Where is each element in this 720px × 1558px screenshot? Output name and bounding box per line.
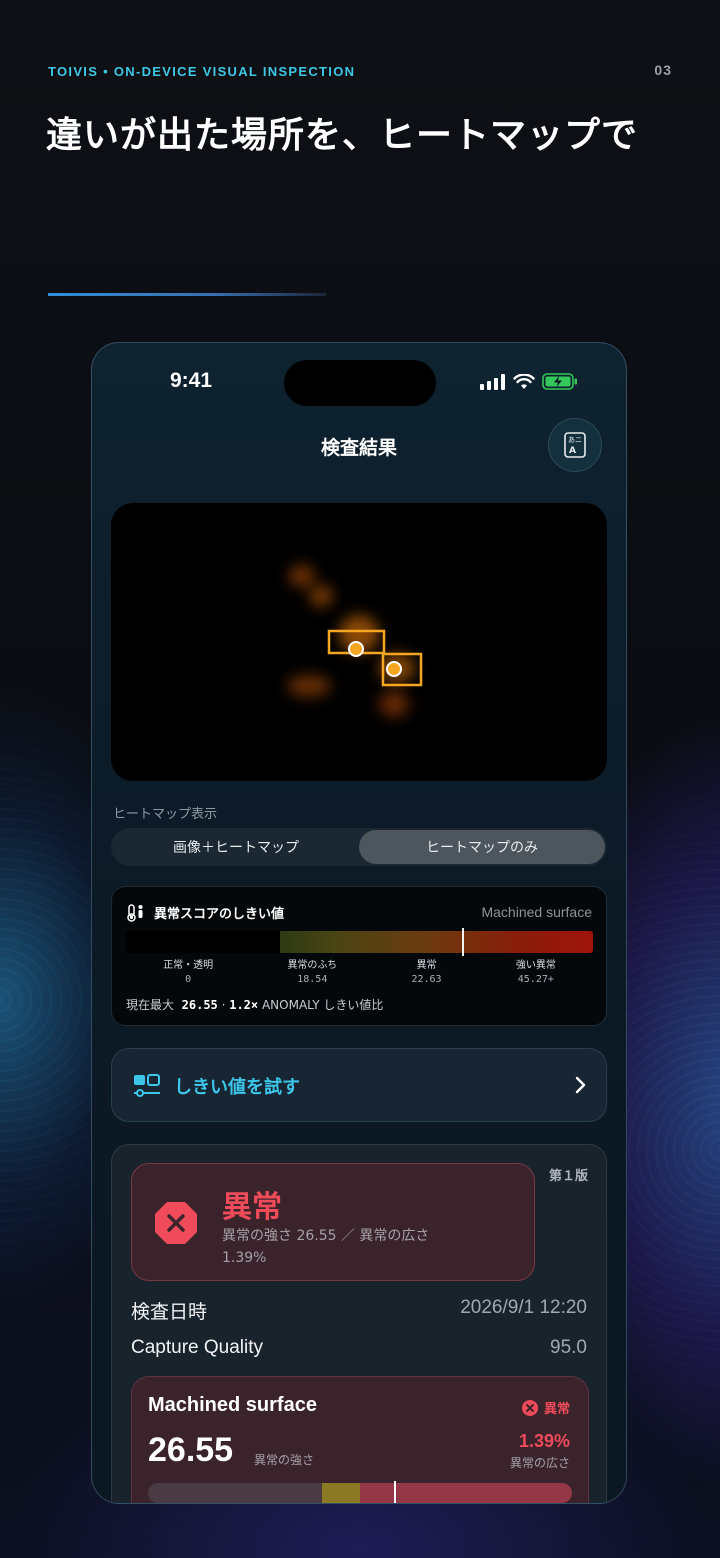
surface-area-label: 異常の広さ bbox=[509, 1456, 570, 1470]
translate-button[interactable]: あ ニ A bbox=[548, 418, 602, 472]
svg-text:ニ: ニ bbox=[575, 436, 582, 444]
status-time: 9:41 bbox=[170, 369, 213, 392]
threshold-tick: 異常のふち 18.54 bbox=[287, 960, 338, 985]
chevron-right-icon bbox=[575, 1076, 586, 1094]
sliders-icon bbox=[134, 1074, 160, 1097]
threshold-tick: 強い異常 45.27+ bbox=[515, 960, 556, 985]
wifi-icon bbox=[513, 373, 535, 389]
surface-area: 1.39% bbox=[518, 1431, 570, 1451]
threshold-tick: 正常・透明 0 bbox=[163, 960, 214, 985]
heatmap-segmented-control: 画像＋ヒートマップ ヒートマップのみ bbox=[111, 828, 607, 866]
result-card: 第１版 異常 異常の強さ 26.55 ／ 異常の広さ 1.39% 検査日時 20… bbox=[111, 1144, 607, 1503]
error-octagon-icon bbox=[155, 1202, 197, 1244]
eyebrow: TOIVIS • ON-DEVICE VISUAL INSPECTION bbox=[48, 64, 356, 79]
dynamic-island bbox=[284, 360, 436, 406]
anomaly-markers bbox=[327, 629, 423, 687]
surface-score-label: 異常の強さ bbox=[254, 1453, 315, 1467]
try-threshold-button[interactable]: しきい値を試す bbox=[111, 1048, 607, 1122]
alert-summary: 異常の強さ 26.55 ／ 異常の広さ 1.39% bbox=[222, 1228, 430, 1266]
page-number: 03 bbox=[654, 62, 672, 78]
capture-quality-value: 95.0 bbox=[550, 1337, 587, 1358]
segment-image-heatmap[interactable]: 画像＋ヒートマップ bbox=[113, 830, 359, 864]
headline: 違いが出た場所を、ヒートマップで bbox=[46, 115, 639, 156]
threshold-title: 異常スコアのしきい値 bbox=[154, 907, 285, 922]
threshold-ticks: 正常・透明 0 異常のふち 18.54 異常 22.63 強い異常 45.27+ bbox=[126, 959, 593, 987]
accent-line bbox=[48, 293, 326, 296]
status-icons bbox=[480, 373, 578, 390]
text-translate-icon: あ ニ A bbox=[564, 432, 586, 458]
edition-label: 第１版 bbox=[548, 1169, 588, 1184]
heatmap-image[interactable] bbox=[111, 503, 607, 781]
bar-edge-segment bbox=[321, 1483, 360, 1503]
threshold-current-marker bbox=[462, 928, 465, 956]
bar-normal-segment bbox=[148, 1483, 322, 1503]
threshold-card: 異常スコアのしきい値 Machined surface 正常・透明 0 異常のふち… bbox=[111, 886, 607, 1026]
inspected-at-row: 検査日時 2026/9/1 12:20 bbox=[131, 1297, 587, 1324]
svg-text:A: A bbox=[569, 446, 576, 456]
alert-status: 異常 bbox=[222, 1190, 282, 1225]
signal-icon bbox=[480, 373, 505, 390]
battery-charging-icon bbox=[542, 373, 577, 390]
thermometer-icon bbox=[127, 903, 143, 922]
nav-title: 検査結果 bbox=[320, 437, 397, 459]
anomaly-point bbox=[348, 641, 364, 657]
surface-score: 26.55 bbox=[148, 1431, 234, 1469]
try-threshold-label: しきい値を試す bbox=[174, 1077, 300, 1098]
surface-card[interactable]: Machined surface 異常 26.55 異常の強さ 1.39% 異常… bbox=[131, 1376, 589, 1503]
svg-text:あ: あ bbox=[568, 436, 575, 444]
threshold-surface: Machined surface bbox=[481, 904, 592, 920]
error-circle-icon bbox=[521, 1399, 538, 1416]
bar-anomaly-segment bbox=[359, 1483, 572, 1503]
status-bar: 9:41 bbox=[92, 343, 626, 423]
segment-heatmap-only[interactable]: ヒートマップのみ bbox=[359, 830, 605, 864]
anomaly-alert: 異常 異常の強さ 26.55 ／ 異常の広さ 1.39% bbox=[131, 1163, 535, 1281]
threshold-tick: 異常 22.63 bbox=[411, 960, 442, 985]
surface-score-marker bbox=[393, 1481, 396, 1503]
surface-score-bar bbox=[148, 1483, 572, 1503]
anomaly-point bbox=[386, 661, 402, 677]
inspected-at-label: 検査日時 bbox=[131, 1302, 208, 1323]
threshold-gradient-bar bbox=[126, 931, 593, 953]
phone-frame: 9:41 検査結果 あ ニ A ヒートマップ表示 画像＋ヒートマップ ヒートマッ… bbox=[91, 342, 627, 1504]
capture-quality-label: Capture Quality bbox=[131, 1337, 264, 1358]
threshold-title-row: 異常スコアのしきい値 bbox=[126, 903, 284, 922]
inspected-at-value: 2026/9/1 12:20 bbox=[460, 1297, 587, 1318]
heatmap-toggle-label: ヒートマップ表示 bbox=[113, 807, 218, 822]
surface-status-badge: 異常 bbox=[521, 1398, 570, 1417]
threshold-footer: 現在最大 26.55 · 1.2× ANOMALY しきい値比 bbox=[126, 998, 384, 1012]
capture-quality-row: Capture Quality 95.0 bbox=[131, 1337, 587, 1359]
surface-name: Machined surface bbox=[148, 1394, 317, 1416]
